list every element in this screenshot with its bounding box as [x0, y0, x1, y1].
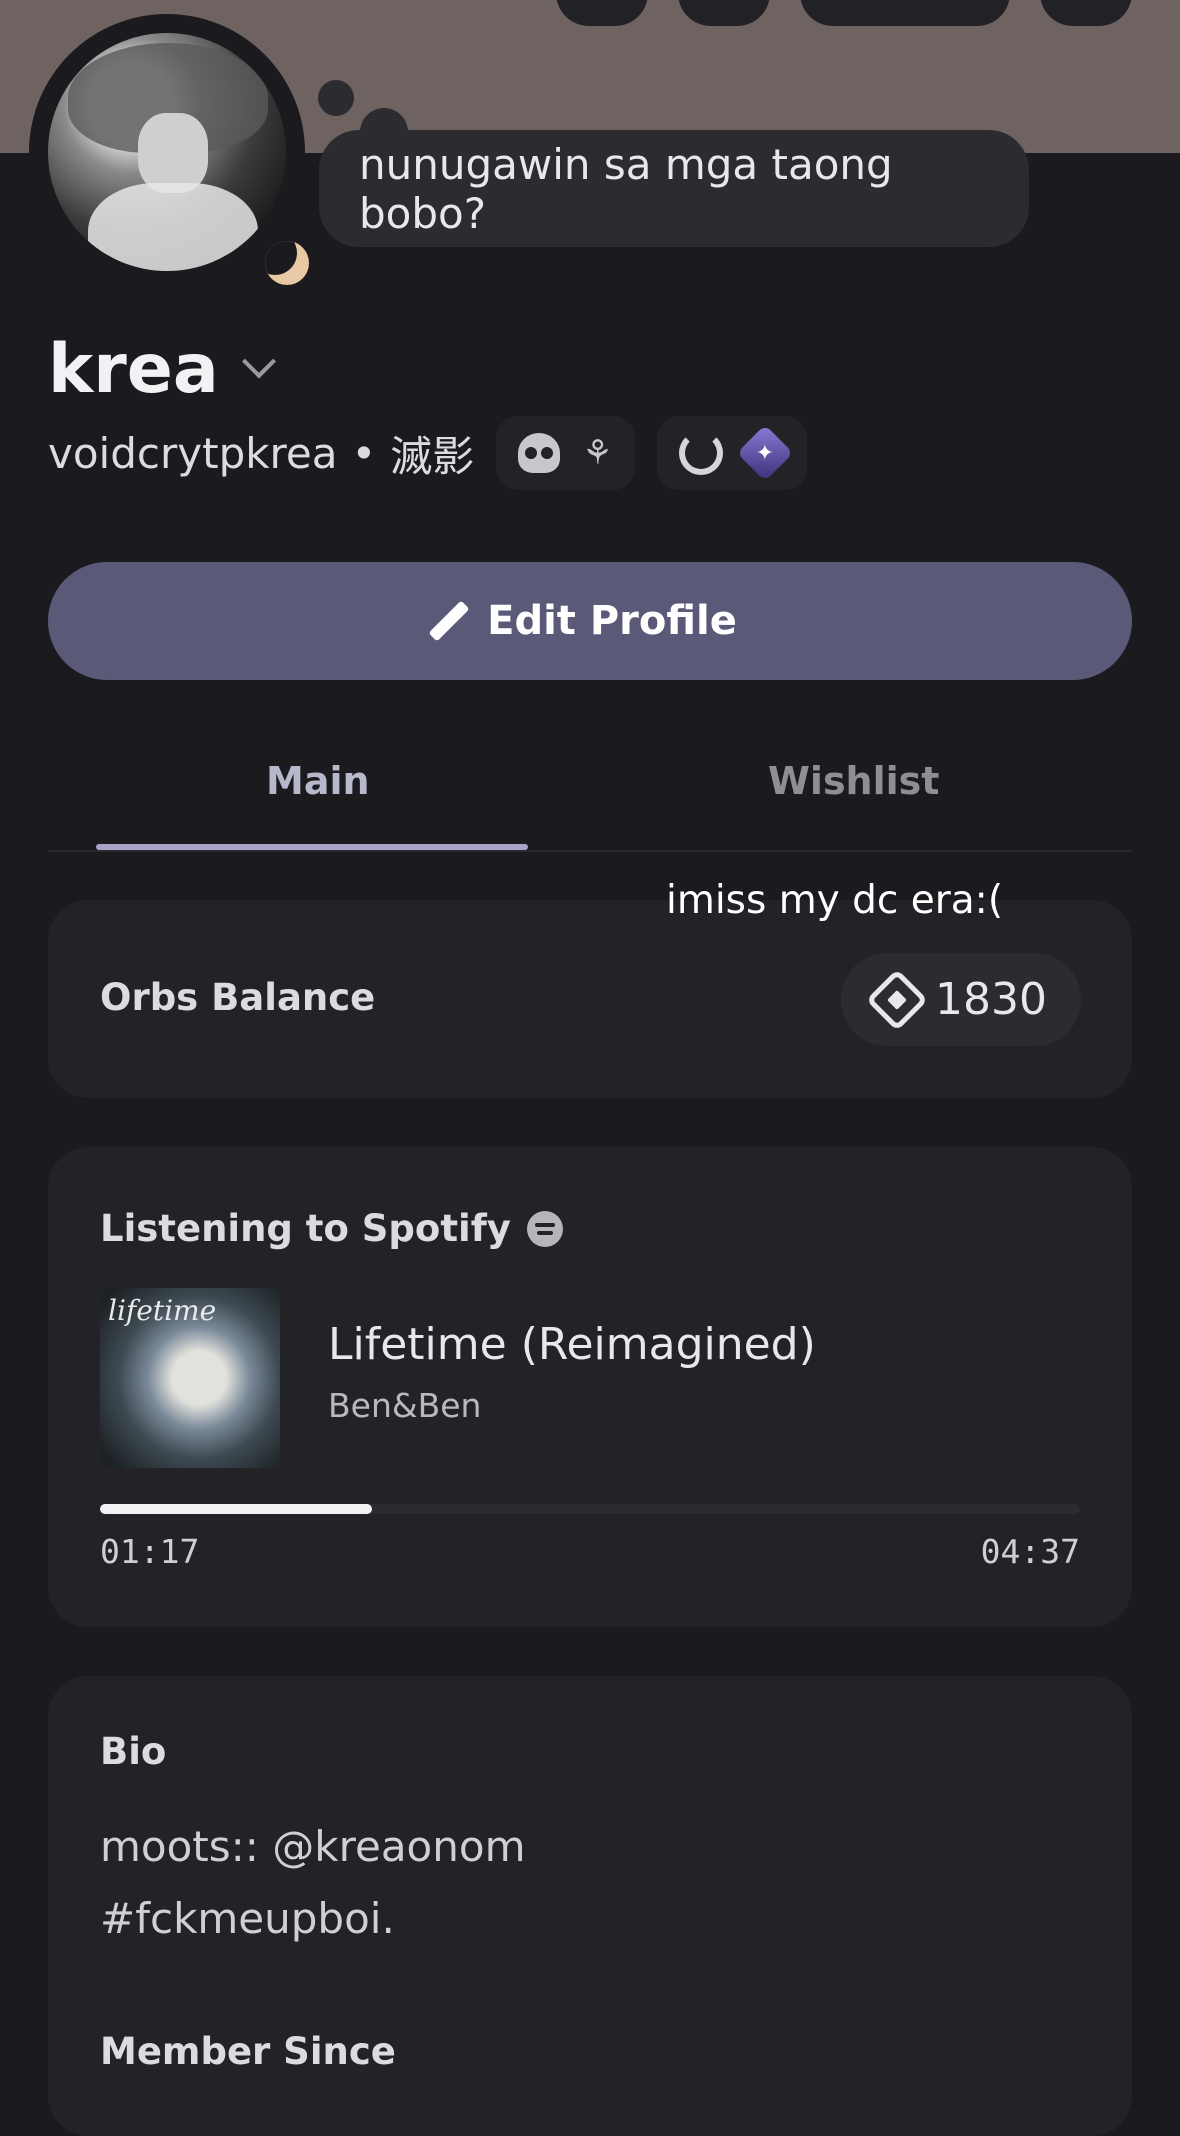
track-progress-bar: [100, 1504, 1080, 1514]
tree-icon: ⚘: [582, 433, 613, 473]
chevron-down-icon[interactable]: [241, 344, 276, 378]
laurel-icon: [678, 431, 723, 475]
pencil-icon: [428, 600, 470, 642]
custom-status-bubble[interactable]: nunugawin sa mga taong bobo?: [319, 130, 1029, 247]
display-name-text: krea: [48, 330, 219, 409]
bio-card: Bio moots:: @kreaonom #fckmeupboi. Membe…: [48, 1676, 1132, 2136]
banner-more-button[interactable]: [1040, 0, 1132, 26]
spotify-header: Listening to Spotify: [100, 1207, 563, 1250]
orbs-balance-card[interactable]: Orbs Balance 1830: [48, 900, 1132, 1098]
edit-profile-button[interactable]: Edit Profile: [48, 562, 1132, 680]
orbs-balance-label: Orbs Balance: [100, 976, 376, 1019]
tab-wishlist[interactable]: Wishlist: [768, 759, 939, 803]
overlay-note-text: imiss my dc era:(: [666, 878, 1004, 923]
nitro-gem-icon: ✦: [736, 424, 794, 482]
track-progress-fill: [100, 1504, 373, 1514]
orbs-balance-value: 1830: [935, 974, 1047, 1025]
avatar[interactable]: [48, 33, 286, 271]
elapsed-time: 01:17: [100, 1532, 200, 1571]
username: voidcrytpkrea: [48, 428, 338, 478]
separator-dot: •: [351, 428, 377, 478]
album-art-text: lifetime: [108, 1294, 217, 1327]
banner-pill-button[interactable]: [800, 0, 1010, 26]
total-time: 04:37: [980, 1532, 1080, 1571]
edit-profile-label: Edit Profile: [487, 598, 737, 644]
spotify-icon: [526, 1210, 563, 1247]
bio-header: Bio: [100, 1730, 167, 1773]
bio-line: #fckmeupboi.: [100, 1894, 395, 1943]
album-art[interactable]: lifetime: [100, 1288, 280, 1468]
orb-icon: [865, 968, 929, 1031]
badge-group[interactable]: ⚘: [496, 416, 635, 490]
username-row: voidcrytpkrea • 滅影 ⚘ ✦: [48, 416, 807, 490]
avatar-frame: [29, 14, 318, 294]
spotify-header-text: Listening to Spotify: [100, 1207, 511, 1250]
banner-action-button[interactable]: [678, 0, 770, 26]
avatar-face-shape: [138, 113, 208, 193]
custom-status-text: nunugawin sa mga taong bobo?: [359, 139, 893, 238]
moon-icon: [265, 241, 309, 285]
pronouns: 滅影: [390, 431, 475, 481]
orbs-balance-pill[interactable]: 1830: [841, 953, 1081, 1046]
track-artist[interactable]: Ben&Ben: [328, 1386, 481, 1425]
banner-action-button[interactable]: [556, 0, 648, 26]
bubble-tail-dot: [318, 80, 354, 116]
skull-icon: [518, 433, 561, 473]
profile-tabs: Main Wishlist: [48, 735, 1132, 852]
spotify-activity-card[interactable]: Listening to Spotify lifetime Lifetime (…: [48, 1147, 1132, 1627]
display-name[interactable]: krea: [48, 330, 276, 409]
status-indicator: [256, 232, 318, 294]
active-tab-indicator: [96, 844, 528, 850]
track-title[interactable]: Lifetime (Reimagined): [328, 1319, 816, 1370]
bio-line: moots:: @kreaonom: [100, 1822, 526, 1871]
member-since-header: Member Since: [100, 2030, 396, 2073]
tab-main[interactable]: Main: [266, 759, 370, 803]
avatar-body-shape: [88, 183, 258, 271]
badge-group[interactable]: ✦: [656, 416, 807, 490]
